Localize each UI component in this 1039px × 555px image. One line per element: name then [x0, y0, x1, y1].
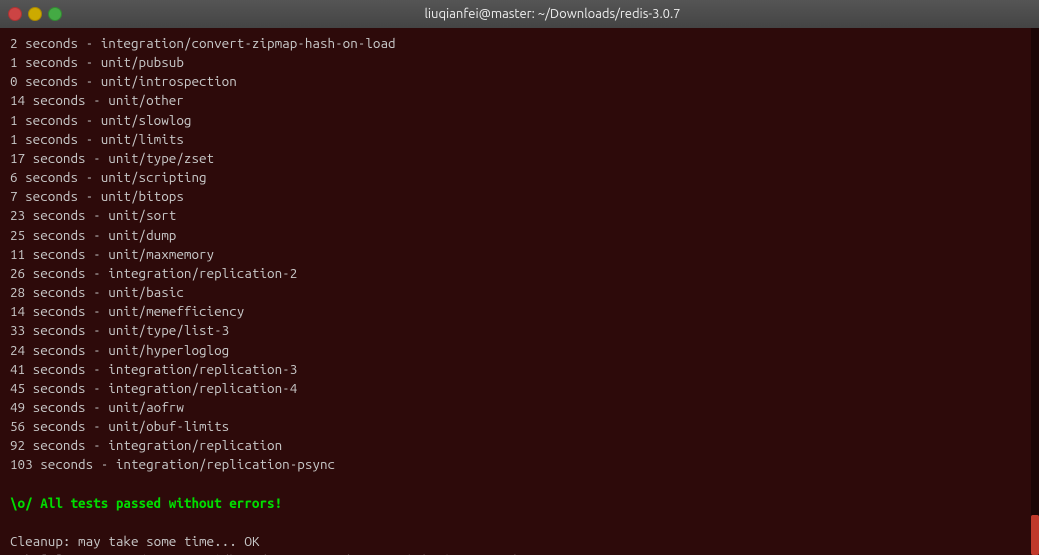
- terminal-window: liuqianfei@master: ~/Downloads/redis-3.0…: [0, 0, 1039, 555]
- close-button[interactable]: [8, 7, 22, 21]
- terminal-body[interactable]: 2 seconds - integration/convert-zipmap-h…: [0, 28, 1039, 555]
- titlebar: liuqianfei@master: ~/Downloads/redis-3.0…: [0, 0, 1039, 28]
- maximize-button[interactable]: [48, 7, 62, 21]
- terminal-output: 2 seconds - integration/convert-zipmap-h…: [10, 34, 1029, 555]
- window-title: liuqianfei@master: ~/Downloads/redis-3.0…: [74, 7, 1031, 21]
- scrollbar[interactable]: [1031, 28, 1039, 555]
- scrollbar-thumb[interactable]: [1031, 515, 1039, 555]
- minimize-button[interactable]: [28, 7, 42, 21]
- traffic-lights: [8, 7, 62, 21]
